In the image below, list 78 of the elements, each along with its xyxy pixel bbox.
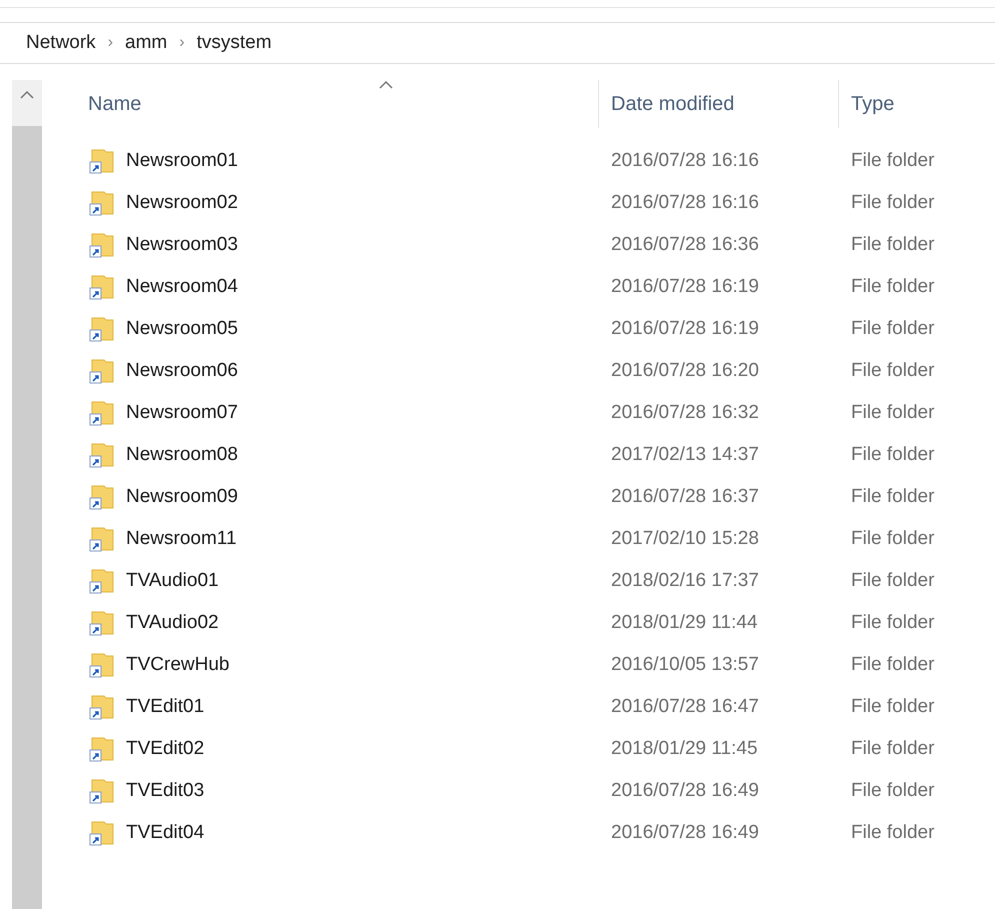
- shortcut-folder-icon: [88, 693, 116, 721]
- shortcut-folder-icon: [88, 735, 116, 763]
- shortcut-folder-icon: [88, 567, 116, 595]
- file-type: File folder: [850, 148, 936, 173]
- file-type: File folder: [850, 232, 936, 257]
- shortcut-folder-icon: [88, 609, 116, 637]
- date-modified: 2016/07/28 16:37: [610, 484, 760, 509]
- date-modified: 2016/10/05 13:57: [610, 652, 760, 677]
- date-modified: 2018/01/29 11:45: [610, 736, 759, 761]
- date-modified: 2016/07/28 16:49: [610, 820, 760, 845]
- file-name[interactable]: TVAudio01: [126, 566, 219, 596]
- column-header[interactable]: Type: [838, 80, 988, 128]
- file-name[interactable]: TVCrewHub: [126, 650, 230, 680]
- file-name[interactable]: Newsroom01: [126, 146, 238, 176]
- file-type: File folder: [850, 316, 936, 341]
- date-modified: 2018/01/29 11:44: [610, 610, 759, 635]
- file-name[interactable]: TVEdit04: [126, 818, 204, 848]
- date-modified: 2016/07/28 16:19: [610, 316, 760, 341]
- breadcrumb-separator: ›: [108, 33, 114, 53]
- file-name[interactable]: TVAudio02: [126, 608, 219, 638]
- date-modified: 2016/07/28 16:49: [610, 778, 760, 803]
- shortcut-folder-icon: [88, 189, 116, 217]
- file-name[interactable]: Newsroom05: [126, 314, 238, 344]
- file-name[interactable]: TVEdit02: [126, 734, 204, 764]
- file-name[interactable]: TVEdit01: [126, 692, 204, 722]
- file-type: File folder: [850, 442, 936, 467]
- shortcut-folder-icon: [88, 357, 116, 385]
- shortcut-folder-icon: [88, 525, 116, 553]
- column-header[interactable]: Name: [88, 80, 598, 128]
- file-name[interactable]: TVEdit03: [126, 776, 204, 806]
- shortcut-folder-icon: [88, 399, 116, 427]
- file-type: File folder: [850, 820, 936, 845]
- file-type: File folder: [850, 610, 936, 635]
- breadcrumb-separator: ›: [179, 33, 185, 53]
- file-type: File folder: [850, 736, 936, 761]
- shortcut-folder-icon: [88, 777, 116, 805]
- date-modified: 2016/07/28 16:36: [610, 232, 760, 257]
- file-name[interactable]: Newsroom07: [126, 398, 238, 428]
- file-name[interactable]: Newsroom03: [126, 230, 238, 260]
- date-modified: 2016/07/28 16:32: [610, 400, 760, 425]
- file-name[interactable]: Newsroom04: [126, 272, 238, 302]
- date-modified: 2016/07/28 16:20: [610, 358, 760, 383]
- shortcut-folder-icon: [88, 147, 116, 175]
- file-type: File folder: [850, 274, 936, 299]
- file-type: File folder: [850, 694, 936, 719]
- file-type: File folder: [850, 190, 936, 215]
- file-type: File folder: [850, 358, 936, 383]
- date-modified: 2017/02/13 14:37: [610, 442, 760, 467]
- shortcut-folder-icon: [88, 483, 116, 511]
- sort-ascending-icon: [378, 80, 393, 89]
- shortcut-folder-icon: [88, 231, 116, 259]
- file-name[interactable]: Newsroom11: [126, 524, 237, 554]
- date-modified: 2016/07/28 16:16: [610, 190, 760, 215]
- breadcrumb-item[interactable]: tvsystem: [196, 28, 272, 58]
- date-modified: 2016/07/28 16:16: [610, 148, 760, 173]
- column-header[interactable]: Date modified: [598, 80, 838, 128]
- file-type: File folder: [850, 484, 936, 509]
- date-modified: 2017/02/10 15:28: [610, 526, 760, 551]
- shortcut-folder-icon: [88, 819, 116, 847]
- shortcut-folder-icon: [88, 315, 116, 343]
- file-name[interactable]: Newsroom02: [126, 188, 238, 218]
- date-modified: 2018/02/16 17:37: [610, 568, 760, 593]
- breadcrumb-item[interactable]: amm: [125, 28, 168, 58]
- date-modified: 2016/07/28 16:19: [610, 274, 760, 299]
- file-type: File folder: [850, 568, 936, 593]
- shortcut-folder-icon: [88, 441, 116, 469]
- file-type: File folder: [850, 400, 936, 425]
- file-type: File folder: [850, 526, 936, 551]
- shortcut-folder-icon: [88, 651, 116, 679]
- shortcut-folder-icon: [88, 273, 116, 301]
- file-type: File folder: [850, 778, 936, 803]
- file-name[interactable]: Newsroom06: [126, 356, 238, 386]
- file-name[interactable]: Newsroom08: [126, 440, 238, 470]
- file-type: File folder: [850, 652, 936, 677]
- file-name[interactable]: Newsroom09: [126, 482, 238, 512]
- scroll-up-icon: [20, 90, 34, 99]
- breadcrumb-item[interactable]: Network: [26, 28, 96, 58]
- date-modified: 2016/07/28 16:47: [610, 694, 760, 719]
